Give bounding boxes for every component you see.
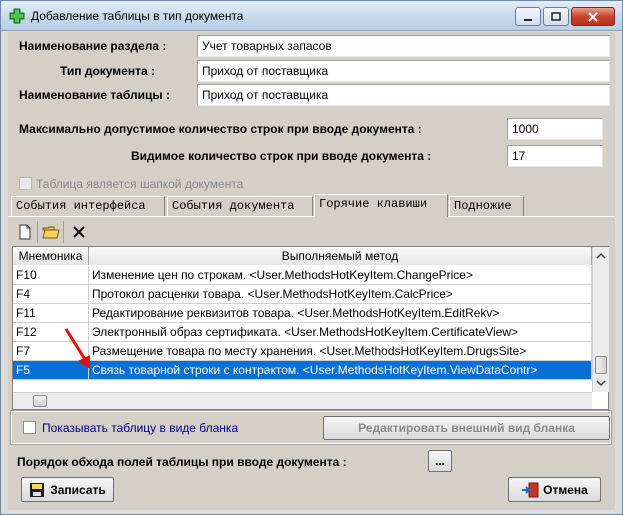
cancel-button-label: Отмена — [543, 482, 588, 497]
tab-hotkeys[interactable]: Горячие клавиши — [314, 194, 448, 217]
table-name-label: Наименование таблицы : — [19, 88, 170, 102]
section-field[interactable]: Учет товарных запасов — [197, 35, 610, 57]
table-row[interactable]: F4 Протокол расценки товара. <User.Metho… — [13, 285, 592, 304]
doctype-label: Тип документа : — [60, 64, 155, 78]
red-arrow-annotation-icon — [64, 328, 90, 369]
table-row[interactable]: F10 Изменение цен по строкам. <User.Meth… — [13, 266, 592, 285]
row-key: F4 — [13, 285, 89, 303]
table-name-field[interactable]: Приход от поставщика — [197, 84, 610, 106]
delete-x-icon — [73, 226, 85, 238]
grid-toolbar — [12, 221, 94, 243]
title-bar[interactable]: Добавление таблицы в тип документа — [1, 1, 622, 31]
row-method: Редактирование реквизитов товара. <User.… — [89, 304, 592, 322]
header-checkbox-label: Таблица является шапкой документа — [36, 177, 244, 191]
visible-rows-label: Видимое количество строк при вводе докум… — [131, 149, 432, 163]
delete-button[interactable] — [64, 221, 94, 243]
row-key: F11 — [13, 304, 89, 322]
cancel-button[interactable]: Отмена — [508, 477, 601, 502]
blank-view-checkbox-label: Показывать таблицу в виде бланка — [42, 421, 239, 435]
hotkeys-panel: Мнемоника Выполняемый метод F10 Изменени… — [8, 216, 615, 410]
row-method: Электронный образ сертификата. <User.Met… — [89, 323, 592, 341]
max-rows-field[interactable]: 1000 — [507, 118, 603, 140]
section-label: Наименование раздела : — [19, 39, 167, 53]
hotkeys-grid[interactable]: Мнемоника Выполняемый метод F10 Изменени… — [12, 246, 609, 410]
scroll-thumb[interactable] — [595, 356, 607, 374]
scroll-down-icon — [596, 380, 606, 387]
close-button[interactable] — [571, 7, 615, 26]
save-button-label: Записать — [50, 482, 106, 497]
visible-rows-field[interactable]: 17 — [507, 145, 603, 167]
dialog-window: Добавление таблицы в тип документа Наиме… — [0, 0, 623, 515]
open-button[interactable] — [38, 221, 64, 243]
close-icon — [588, 11, 598, 22]
new-document-icon — [19, 224, 30, 240]
blank-options-group: Показывать таблицу в виде бланка Редакти… — [10, 410, 612, 445]
minimize-button[interactable] — [515, 7, 541, 26]
field-order-label: Порядок обхода полей таблицы при вводе д… — [17, 455, 347, 469]
header-checkbox[interactable] — [19, 177, 32, 190]
row-method: Изменение цен по строкам. <User.MethodsH… — [89, 266, 592, 284]
maximize-button[interactable] — [543, 7, 569, 26]
exit-door-icon — [522, 482, 539, 497]
grid-header: Мнемоника Выполняемый метод — [13, 247, 592, 265]
tab-strip: События интерфейса События документа Гор… — [8, 194, 615, 217]
field-order-button[interactable]: ... — [428, 450, 452, 472]
hscroll-thumb[interactable] — [33, 395, 47, 407]
table-row[interactable]: F11 Редактирование реквизитов товара. <U… — [13, 304, 592, 323]
dialog-client-area: Наименование раздела : Учет товарных зап… — [8, 32, 615, 510]
vertical-scrollbar[interactable] — [592, 247, 609, 392]
doctype-field[interactable]: Приход от поставщика — [197, 60, 610, 82]
column-header-method[interactable]: Выполняемый метод — [89, 247, 592, 265]
horizontal-scrollbar[interactable] — [13, 392, 592, 409]
row-method: Связь товарной строки с контрактом. <Use… — [89, 361, 592, 379]
edit-blank-button[interactable]: Редактировать внешний вид бланка — [323, 416, 610, 440]
row-method: Протокол расценки товара. <User.MethodsH… — [89, 285, 592, 303]
max-rows-label: Максимально допустимое количество строк … — [19, 122, 422, 136]
maximize-icon — [551, 11, 561, 21]
tab-document-events[interactable]: События документа — [167, 196, 313, 216]
scroll-up-icon — [596, 252, 606, 259]
green-plus-icon — [9, 8, 25, 24]
new-button[interactable] — [12, 221, 38, 243]
blank-view-checkbox[interactable] — [23, 421, 36, 434]
floppy-disk-icon — [30, 482, 45, 497]
row-key: F10 — [13, 266, 89, 284]
save-button[interactable]: Записать — [21, 477, 114, 502]
open-folder-icon — [41, 226, 60, 239]
row-method: Размещение товара по месту хранения. <Us… — [89, 342, 592, 360]
tab-interface-events[interactable]: События интерфейса — [11, 196, 165, 216]
minimize-icon — [524, 18, 532, 21]
window-title: Добавление таблицы в тип документа — [31, 9, 244, 23]
tab-footer[interactable]: Подножие — [449, 196, 524, 216]
column-header-mnemonic[interactable]: Мнемоника — [13, 247, 89, 265]
